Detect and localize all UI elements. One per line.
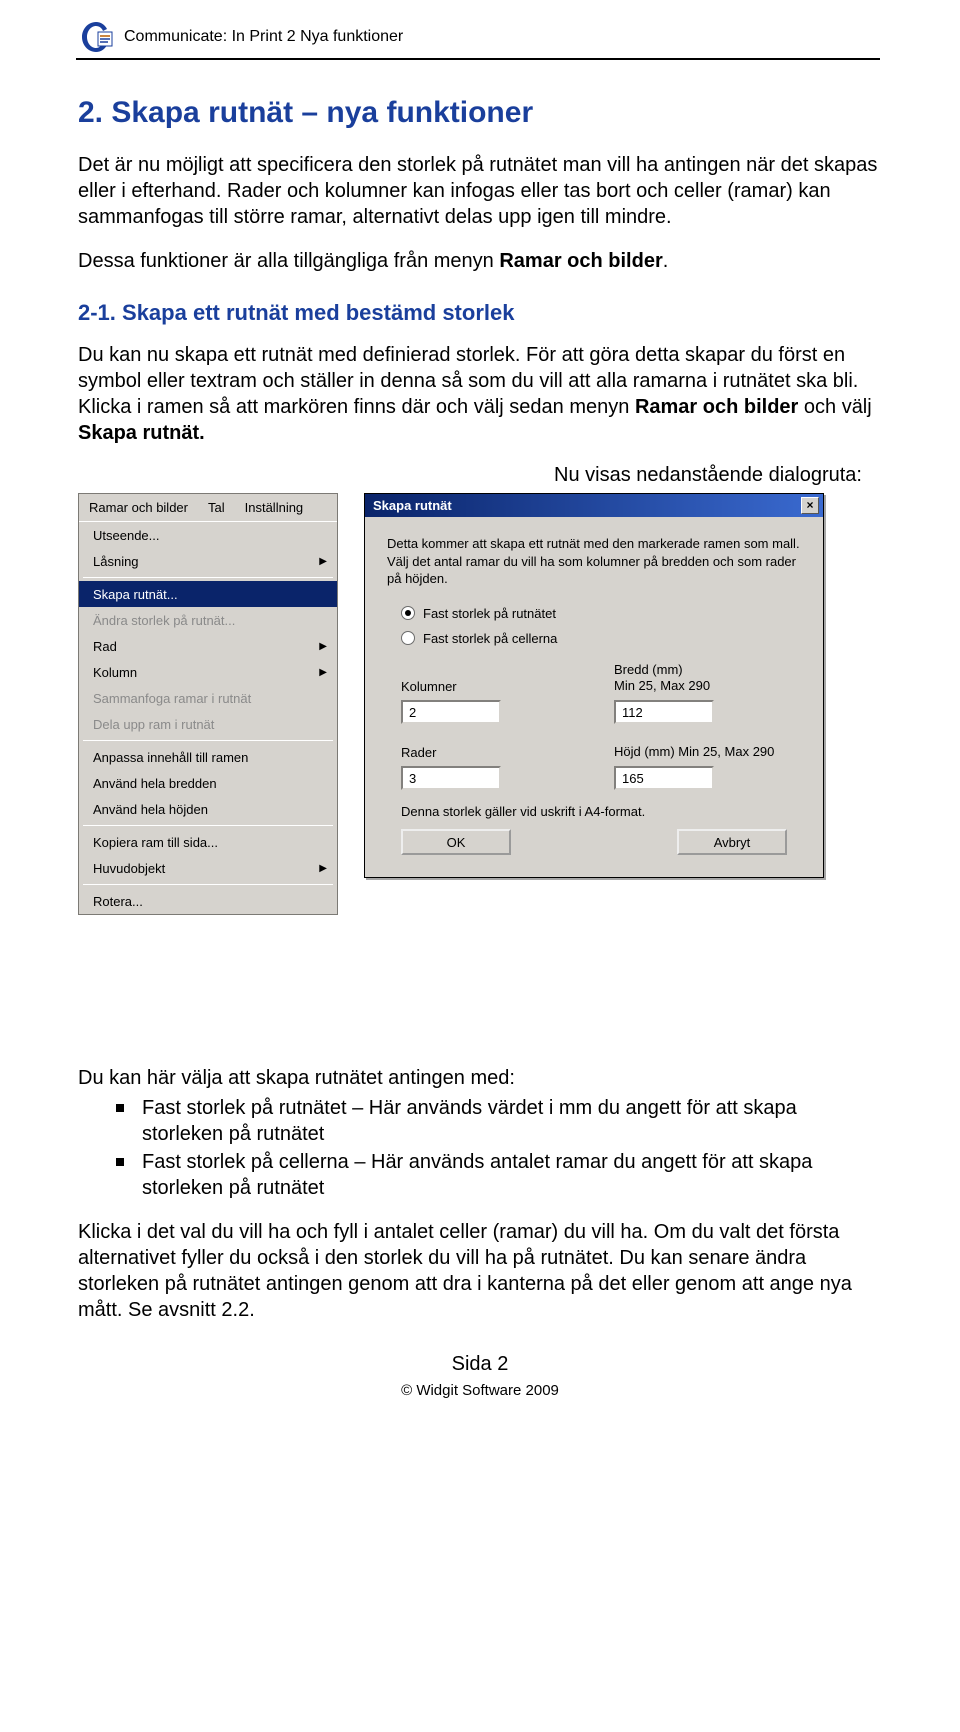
menu-item: Sammanfoga ramar i rutnät	[79, 685, 337, 711]
menu-item-label: Dela upp ram i rutnät	[93, 717, 214, 732]
header-title: Communicate: In Print 2 Nya funktioner	[124, 28, 403, 46]
kolumner-input[interactable]	[401, 700, 501, 724]
menu-item-label: Rad	[93, 639, 117, 654]
menu-item-label: Sammanfoga ramar i rutnät	[93, 691, 251, 706]
footer-page: Sida 2	[78, 1353, 882, 1376]
menu-item-label: Kopiera ram till sida...	[93, 835, 218, 850]
menu-item[interactable]: Huvudobjekt ▶	[79, 855, 337, 881]
menu-item-label: Rotera...	[93, 894, 143, 909]
menu-bar-item-installning[interactable]: Inställning	[235, 494, 314, 521]
submenu-arrow-icon: ▶	[319, 863, 327, 874]
menu-separator	[83, 577, 333, 578]
heading-2: 2-1. Skapa ett rutnät med bestämd storle…	[78, 300, 882, 326]
menu-item-label: Ändra storlek på rutnät...	[93, 613, 235, 628]
rader-label: Rader	[401, 745, 574, 760]
menu-item-label: Kolumn	[93, 665, 137, 680]
menu-item-label: Använd hela höjden	[93, 802, 208, 817]
footer: Sida 2 © Widgit Software 2009	[78, 1353, 882, 1399]
radio-fast-celler[interactable]: Fast storlek på cellerna	[387, 631, 801, 646]
menu-item: Dela upp ram i rutnät	[79, 711, 337, 737]
menu-item[interactable]: Rad ▶	[79, 633, 337, 659]
menu-item[interactable]: Kolumn ▶	[79, 659, 337, 685]
menu-item[interactable]: Låsning ▶	[79, 548, 337, 574]
section-paragraph: Du kan nu skapa ett rutnät med definiera…	[78, 342, 882, 446]
dialog-skapa-rutnat: Skapa rutnät × Detta kommer att skapa et…	[364, 493, 824, 878]
list-item: Fast storlek på rutnätet – Här används v…	[142, 1095, 882, 1147]
hojd-label: Höjd (mm) Min 25, Max 290	[614, 744, 787, 760]
submenu-arrow-icon: ▶	[319, 556, 327, 567]
app-logo-icon	[78, 18, 114, 56]
dialog-intro-text: Detta kommer att skapa ett rutnät med de…	[387, 535, 801, 588]
menu-separator	[83, 884, 333, 885]
outro-paragraph: Klicka i det val du vill ha och fyll i a…	[78, 1219, 882, 1323]
bredd-label: Bredd (mm) Min 25, Max 290	[614, 662, 787, 695]
radio-icon	[401, 631, 415, 645]
dialog-note: Denna storlek gäller vid uskrift i A4-fo…	[401, 804, 787, 819]
bredd-input[interactable]	[614, 700, 714, 724]
intro-paragraph-1: Det är nu möjligt att specificera den st…	[78, 152, 882, 230]
menu-item: Ändra storlek på rutnät...	[79, 607, 337, 633]
menu-item[interactable]: Anpassa innehåll till ramen	[79, 744, 337, 770]
ok-button[interactable]: OK	[401, 829, 511, 855]
menu-list: Utseende... Låsning ▶ Skapa rutnät... Ändra …	[79, 521, 337, 914]
menu-item-label: Använd hela bredden	[93, 776, 217, 791]
heading-1: 2. Skapa rutnät – nya funktioner	[78, 96, 882, 130]
header: Communicate: In Print 2 Nya funktioner	[78, 18, 882, 56]
hojd-input[interactable]	[614, 766, 714, 790]
menu-bar-item-tal[interactable]: Tal	[198, 494, 235, 521]
submenu-arrow-icon: ▶	[319, 641, 327, 652]
submenu-arrow-icon: ▶	[319, 667, 327, 678]
menu-item-label: Skapa rutnät...	[93, 587, 178, 602]
menu-bar: Ramar och bilder Tal Inställning	[79, 494, 337, 521]
menu-item-label: Huvudobjekt	[93, 861, 165, 876]
radio-icon	[401, 606, 415, 620]
header-underline	[76, 58, 880, 60]
close-icon[interactable]: ×	[801, 497, 819, 514]
menu-item[interactable]: Utseende...	[79, 522, 337, 548]
menu-item-label: Låsning	[93, 554, 139, 569]
menu-item-label: Anpassa innehåll till ramen	[93, 750, 248, 765]
menu-bar-item-ramar[interactable]: Ramar och bilder	[79, 494, 198, 521]
rader-input[interactable]	[401, 766, 501, 790]
cancel-button[interactable]: Avbryt	[677, 829, 787, 855]
dialog-title: Skapa rutnät	[373, 498, 452, 513]
radio-label: Fast storlek på cellerna	[423, 631, 557, 646]
menu-item[interactable]: Använd hela höjden	[79, 796, 337, 822]
kolumner-label: Kolumner	[401, 679, 574, 694]
dialog-title-bar: Skapa rutnät ×	[365, 494, 823, 517]
options-list: Fast storlek på rutnätet – Här används v…	[78, 1095, 882, 1201]
radio-label: Fast storlek på rutnätet	[423, 606, 556, 621]
menu-screenshot: Ramar och bilder Tal Inställning Utseend…	[78, 493, 338, 915]
menu-item-label: Utseende...	[93, 528, 160, 543]
menu-item[interactable]: Kopiera ram till sida...	[79, 829, 337, 855]
radio-fast-rutnat[interactable]: Fast storlek på rutnätet	[387, 606, 801, 621]
menu-separator	[83, 740, 333, 741]
menu-item[interactable]: Använd hela bredden	[79, 770, 337, 796]
intro-paragraph-2: Dessa funktioner är alla tillgängliga fr…	[78, 248, 882, 274]
dialog-caption: Nu visas nedanstående dialogruta:	[78, 464, 882, 487]
footer-copyright: © Widgit Software 2009	[78, 1382, 882, 1399]
list-item: Fast storlek på cellerna – Här används a…	[142, 1149, 882, 1201]
list-intro: Du kan här välja att skapa rutnätet anti…	[78, 1065, 882, 1091]
menu-item[interactable]: Rotera...	[79, 888, 337, 914]
menu-separator	[83, 825, 333, 826]
menu-item[interactable]: Skapa rutnät...	[79, 581, 337, 607]
